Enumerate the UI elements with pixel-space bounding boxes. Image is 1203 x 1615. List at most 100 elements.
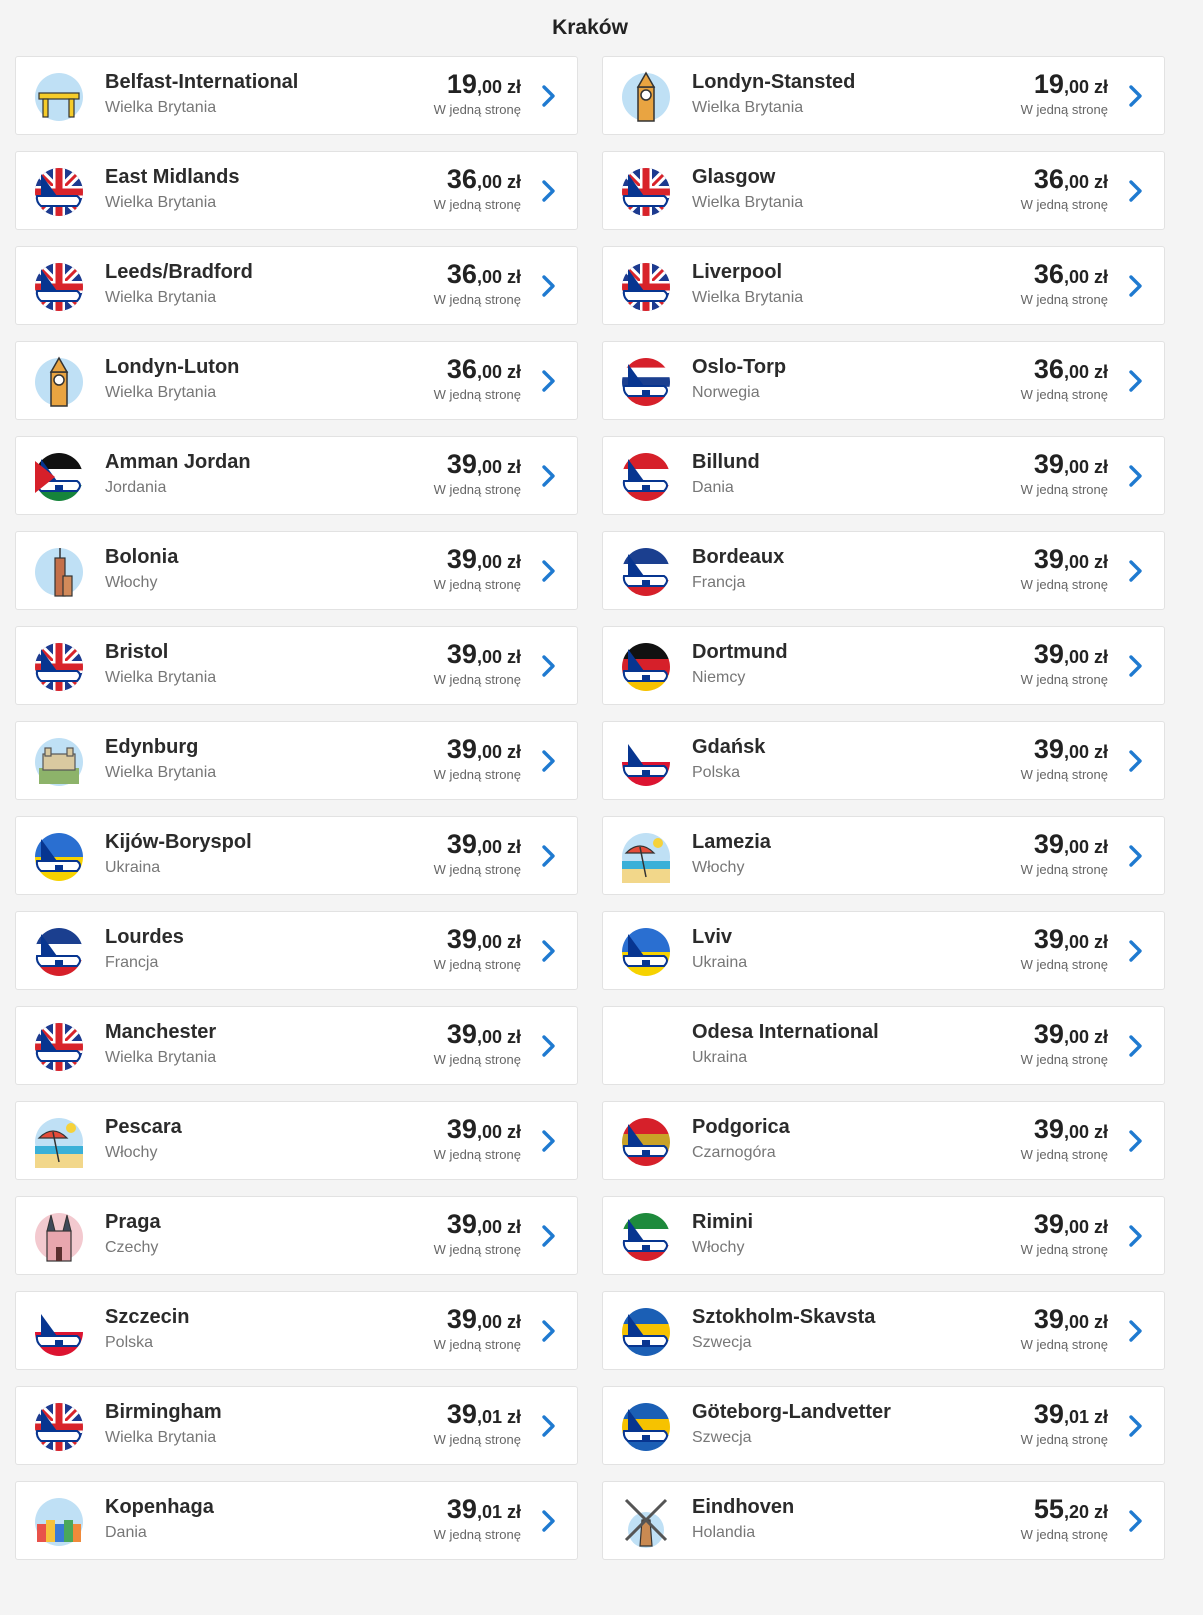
price-whole: 39	[1033, 1209, 1064, 1239]
destination-card[interactable]: Leeds/Bradford Wielka Brytania 36,00 zł …	[15, 246, 578, 325]
price: 36,00 zł	[1034, 259, 1108, 290]
price: 36,00 zł	[1034, 354, 1108, 385]
destination-country: Ukraina	[692, 1049, 748, 1066]
destination-card[interactable]: Rimini Włochy 39,00 zł W jedną stronę	[602, 1196, 1165, 1275]
destination-card[interactable]: Göteborg-Landvetter Szwecja 39,01 zł W j…	[602, 1386, 1165, 1465]
chevron-right-icon[interactable]	[539, 464, 559, 488]
destination-card[interactable]: Podgorica Czarnogóra 39,00 zł W jedną st…	[602, 1101, 1165, 1180]
destination-card[interactable]: Pescara Włochy 39,00 zł W jedną stronę	[15, 1101, 578, 1180]
destination-card[interactable]: Bristol Wielka Brytania 39,00 zł W jedną…	[15, 626, 578, 705]
chevron-right-icon[interactable]	[539, 844, 559, 868]
price-note: W jedną stronę	[433, 1147, 521, 1162]
destination-card[interactable]: Eindhoven Holandia 55,20 zł W jedną stro…	[602, 1481, 1165, 1560]
destination-country: Ukraina	[105, 859, 161, 876]
price: 19,00 zł	[447, 69, 521, 100]
chevron-right-icon[interactable]	[1126, 1319, 1146, 1343]
price-currency: zł	[1093, 1217, 1108, 1237]
chevron-right-icon[interactable]	[1126, 559, 1146, 583]
chevron-right-icon[interactable]	[1126, 1224, 1146, 1248]
price-cents: ,00	[476, 1122, 502, 1142]
chevron-right-icon[interactable]	[1126, 939, 1146, 963]
chevron-right-icon[interactable]	[539, 84, 559, 108]
destination-card[interactable]: Kijów-Boryspol Ukraina 39,00 zł W jedną …	[15, 816, 578, 895]
chevron-right-icon[interactable]	[1126, 654, 1146, 678]
chevron-right-icon[interactable]	[1126, 84, 1146, 108]
chevron-right-icon[interactable]	[1126, 1034, 1146, 1058]
chevron-right-icon[interactable]	[539, 1319, 559, 1343]
destination-card[interactable]: Belfast-International Wielka Brytania 19…	[15, 56, 578, 135]
chevron-right-icon[interactable]	[539, 939, 559, 963]
destination-country: Wielka Brytania	[105, 194, 217, 211]
destination-country: Norwegia	[692, 384, 760, 401]
price-note: W jedną stronę	[1020, 387, 1108, 402]
chevron-right-icon[interactable]	[539, 369, 559, 393]
destination-card[interactable]: Liverpool Wielka Brytania 36,00 zł W jed…	[602, 246, 1165, 325]
price: 19,00 zł	[1034, 69, 1108, 100]
price-cents: ,00	[476, 837, 502, 857]
destination-city: Bordeaux	[692, 546, 785, 568]
destination-card[interactable]: Szczecin Polska 39,00 zł W jedną stronę	[15, 1291, 578, 1370]
price-note: W jedną stronę	[433, 387, 521, 402]
chevron-right-icon[interactable]	[539, 654, 559, 678]
destination-card[interactable]: Gdańsk Polska 39,00 zł W jedną stronę	[602, 721, 1165, 800]
chevron-right-icon[interactable]	[539, 1414, 559, 1438]
price-note: W jedną stronę	[1020, 1242, 1108, 1257]
destination-country: Dania	[692, 479, 734, 496]
chevron-right-icon[interactable]	[539, 1034, 559, 1058]
destination-country: Wielka Brytania	[105, 1429, 217, 1446]
destination-card[interactable]: Sztokholm-Skavsta Szwecja 39,00 zł W jed…	[602, 1291, 1165, 1370]
chevron-right-icon[interactable]	[1126, 1129, 1146, 1153]
chevron-right-icon[interactable]	[1126, 1509, 1146, 1533]
plane-uk-icon	[33, 166, 85, 218]
destination-card[interactable]: Londyn-Stansted Wielka Brytania 19,00 zł…	[602, 56, 1165, 135]
destination-city: Londyn-Stansted	[692, 71, 856, 93]
price-currency: zł	[1093, 267, 1108, 287]
chevron-right-icon[interactable]	[1126, 1414, 1146, 1438]
destination-card[interactable]: Dortmund Niemcy 39,00 zł W jedną stronę	[602, 626, 1165, 705]
chevron-right-icon[interactable]	[539, 1129, 559, 1153]
price-note: W jedną stronę	[1020, 102, 1108, 117]
destination-city: Amman Jordan	[105, 451, 251, 473]
chevron-right-icon[interactable]	[539, 559, 559, 583]
destination-card[interactable]: Lviv Ukraina 39,00 zł W jedną stronę	[602, 911, 1165, 990]
price-cents: ,00	[476, 552, 502, 572]
price: 39,00 zł	[1034, 1304, 1108, 1335]
destination-card[interactable]: Birmingham Wielka Brytania 39,01 zł W je…	[15, 1386, 578, 1465]
price-note: W jedną stronę	[433, 292, 521, 307]
destination-card[interactable]: Oslo-Torp Norwegia 36,00 zł W jedną stro…	[602, 341, 1165, 420]
chevron-right-icon[interactable]	[1126, 274, 1146, 298]
chevron-right-icon[interactable]	[539, 274, 559, 298]
destination-card[interactable]: Bolonia Włochy 39,00 zł W jedną stronę	[15, 531, 578, 610]
destination-country: Jordania	[105, 479, 167, 496]
destination-card[interactable]: Amman Jordan Jordania 39,00 zł W jedną s…	[15, 436, 578, 515]
chevron-right-icon[interactable]	[539, 749, 559, 773]
plane-jordan-icon	[33, 451, 85, 503]
destination-card[interactable]: Odesa International Ukraina 39,00 zł W j…	[602, 1006, 1165, 1085]
destination-card[interactable]: Glasgow Wielka Brytania 36,00 zł W jedną…	[602, 151, 1165, 230]
chevron-right-icon[interactable]	[539, 1509, 559, 1533]
chevron-right-icon[interactable]	[1126, 844, 1146, 868]
destination-card[interactable]: Bordeaux Francja 39,00 zł W jedną stronę	[602, 531, 1165, 610]
destination-card[interactable]: Edynburg Wielka Brytania 39,00 zł W jedn…	[15, 721, 578, 800]
destination-card[interactable]: Londyn-Luton Wielka Brytania 36,00 zł W …	[15, 341, 578, 420]
chevron-right-icon[interactable]	[1126, 369, 1146, 393]
destination-card[interactable]: East Midlands Wielka Brytania 36,00 zł W…	[15, 151, 578, 230]
destination-card[interactable]: Praga Czechy 39,00 zł W jedną stronę	[15, 1196, 578, 1275]
chevron-right-icon[interactable]	[539, 179, 559, 203]
chevron-right-icon[interactable]	[1126, 464, 1146, 488]
destination-card[interactable]: Lamezia Włochy 39,00 zł W jedną stronę	[602, 816, 1165, 895]
plane-poland-icon	[620, 736, 672, 788]
price-whole: 39	[1033, 924, 1064, 954]
castle-icon	[33, 736, 85, 788]
destination-card[interactable]: Kopenhaga Dania 39,01 zł W jedną stronę	[15, 1481, 578, 1560]
chevron-right-icon[interactable]	[1126, 749, 1146, 773]
destination-card[interactable]: Billund Dania 39,00 zł W jedną stronę	[602, 436, 1165, 515]
price-whole: 39	[446, 1209, 477, 1239]
destination-card[interactable]: Lourdes Francja 39,00 zł W jedną stronę	[15, 911, 578, 990]
price-cents: ,00	[1063, 742, 1089, 762]
chevron-right-icon[interactable]	[1126, 179, 1146, 203]
destination-country: Wielka Brytania	[105, 764, 217, 781]
chevron-right-icon[interactable]	[539, 1224, 559, 1248]
destination-card[interactable]: Manchester Wielka Brytania 39,00 zł W je…	[15, 1006, 578, 1085]
price-currency: zł	[1093, 552, 1108, 572]
